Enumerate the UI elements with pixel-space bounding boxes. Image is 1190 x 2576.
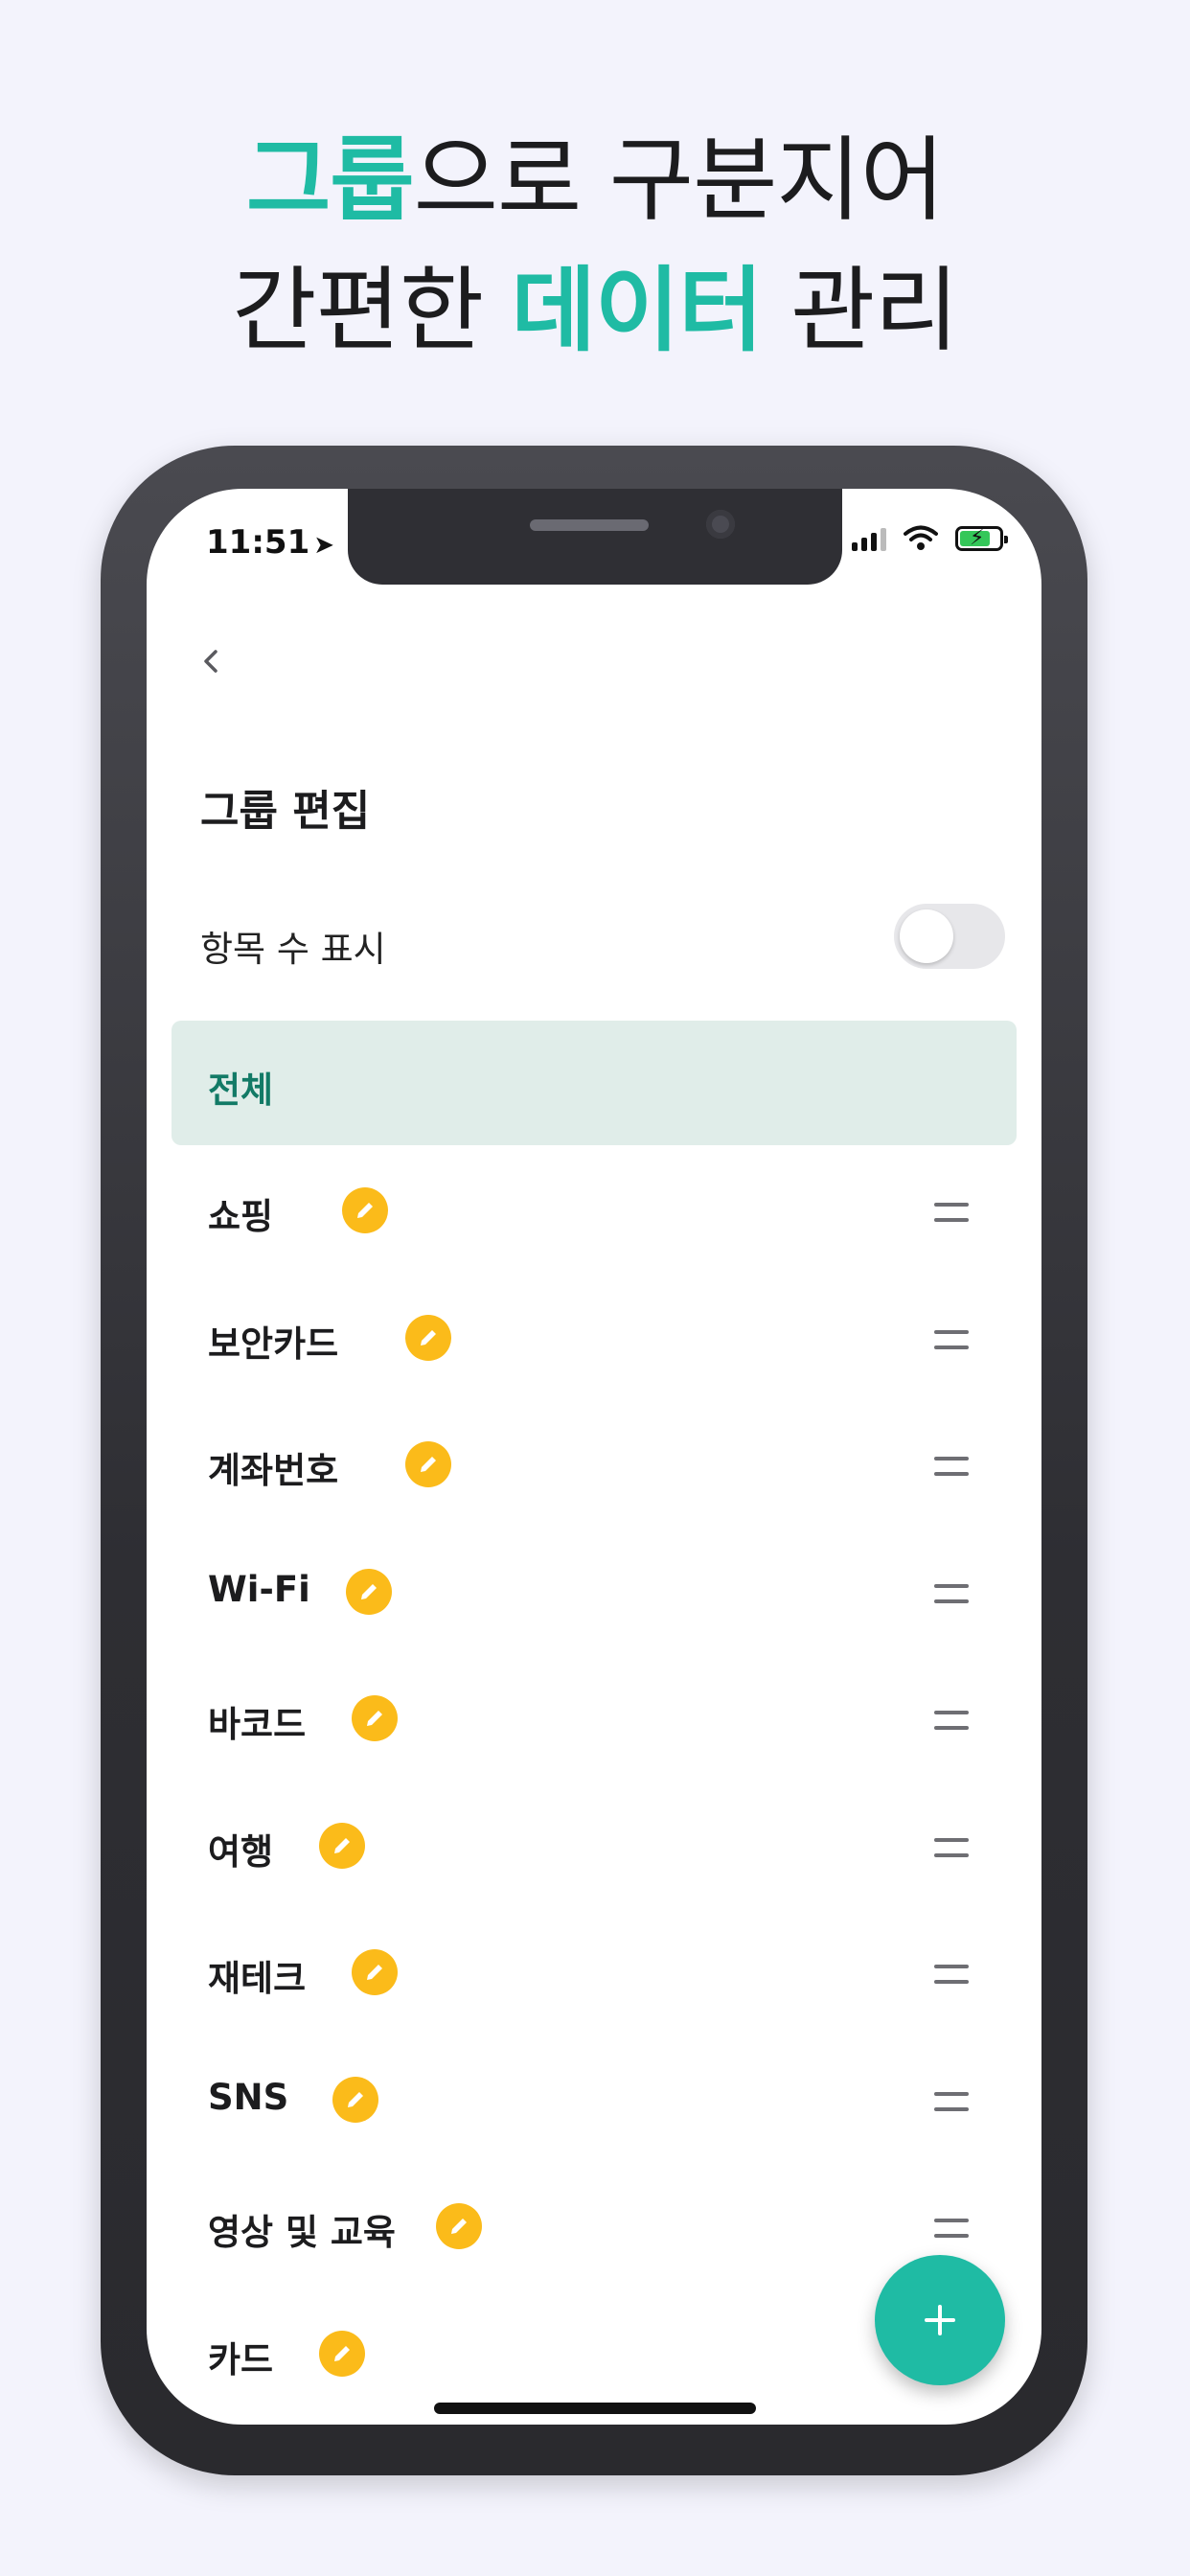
pencil-icon[interactable] [436,2203,482,2249]
promo-headline: 그룹으로 구분지어 간편한 데이터 관리 [0,115,1190,376]
drag-handle-icon[interactable] [934,1709,969,1734]
pencil-icon[interactable] [342,1187,388,1233]
group-row-all[interactable]: 전체 [172,1021,1017,1145]
group-row[interactable]: 재테크 [147,1907,1041,2035]
group-name: 영상 및 교육 [208,2212,396,2253]
add-group-button[interactable] [875,2255,1005,2385]
drag-handle-icon[interactable] [934,2090,969,2115]
group-row[interactable]: 쇼핑 [147,1145,1041,1273]
group-name: Wi-Fi [208,1568,310,1610]
pencil-icon[interactable] [352,1949,398,1995]
drag-handle-icon[interactable] [934,2217,969,2242]
group-name: 쇼핑 [208,1196,274,1237]
home-indicator [434,2403,756,2414]
group-row[interactable]: Wi-Fi [147,1527,1041,1654]
group-name: 여행 [208,1830,274,1873]
drag-handle-icon[interactable] [934,1201,969,1226]
device-notch [348,489,842,585]
wifi-icon [904,525,938,550]
drag-handle-icon[interactable] [934,1836,969,1861]
pencil-icon[interactable] [319,2330,365,2377]
group-name: 계좌번호 [208,1450,339,1491]
headline-line-1: 그룹으로 구분지어 [0,115,1190,245]
cellular-signal-icon [852,526,886,551]
group-name: 보안카드 [208,1322,339,1365]
group-row[interactable]: 여행 [147,1781,1041,1908]
group-row[interactable]: 계좌번호 [147,1399,1041,1527]
speaker-grille [530,519,649,531]
toggle-knob [900,909,953,963]
pencil-icon[interactable] [352,1695,398,1741]
front-camera [706,510,735,539]
page-title: 그룹 편집 [200,787,371,836]
status-time: 11:51 ➤ [206,523,334,562]
phone-frame: 11:51 ➤ ⚡ 그룹 편집 항목 수 표시 전체 쇼핑 보안카드 계좌번호 … [101,446,1087,2475]
headline-text-2a: 간편한 [232,257,512,364]
drag-handle-icon[interactable] [934,1963,969,1988]
drag-handle-icon[interactable] [934,1328,969,1353]
group-name: SNS [208,2076,289,2118]
headline-accent-2: 데이터 [511,257,764,364]
pencil-icon[interactable] [332,2076,378,2123]
group-name: 카드 [208,2338,274,2380]
pencil-icon[interactable] [319,1822,365,1869]
headline-text-1: 으로 구분지어 [413,126,945,234]
drag-handle-icon[interactable] [934,1582,969,1607]
count-toggle-label: 항목 수 표시 [200,929,386,970]
phone-screen: 11:51 ➤ ⚡ 그룹 편집 항목 수 표시 전체 쇼핑 보안카드 계좌번호 … [147,489,1041,2425]
pencil-icon[interactable] [346,1568,392,1615]
drag-handle-icon[interactable] [934,1455,969,1480]
group-all-label: 전체 [208,1070,274,1111]
status-icons: ⚡ [852,525,1008,552]
location-arrow-icon: ➤ [313,531,335,560]
headline-text-2b: 관리 [762,257,959,364]
group-row[interactable]: SNS [147,2035,1041,2162]
battery-charging-icon: ⚡ [955,526,1008,551]
pencil-icon[interactable] [405,1314,451,1361]
count-toggle[interactable] [894,904,1005,969]
group-list: 쇼핑 보안카드 계좌번호 Wi-Fi 바코드 여행 재테크 SNS 영상 및 교… [147,1145,1041,2415]
group-row[interactable]: 바코드 [147,1653,1041,1781]
group-name: 재테크 [208,1958,307,1999]
plus-icon [925,2305,955,2335]
group-name: 바코드 [208,1704,307,1745]
headline-line-2: 간편한 데이터 관리 [0,245,1190,376]
status-time-text: 11:51 [206,523,310,562]
chevron-left-icon[interactable] [193,642,231,680]
group-row[interactable]: 보안카드 [147,1273,1041,1400]
pencil-icon[interactable] [405,1441,451,1487]
headline-accent-1: 그룹 [245,126,415,234]
